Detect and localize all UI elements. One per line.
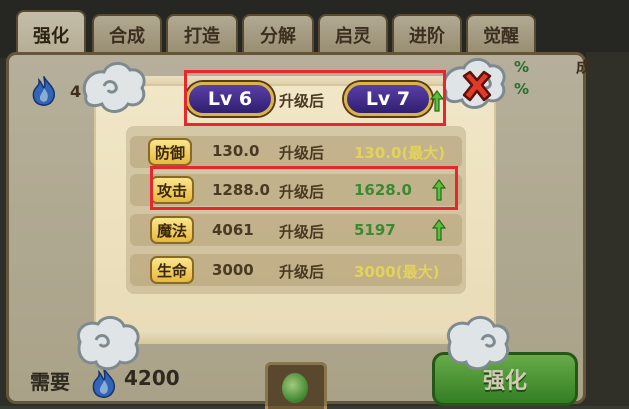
level-highlight-box: [184, 70, 446, 126]
stat-after-label: 升级后: [279, 223, 325, 241]
stat-new-value: 3000(最大): [354, 263, 440, 281]
stat-new-value: 130.0(最大): [354, 144, 446, 162]
stat-new-value: 5197: [354, 221, 396, 239]
stat-label-hp: 生命: [150, 256, 194, 284]
stat-after-label: 升级后: [279, 144, 325, 162]
close-x-icon[interactable]: [460, 70, 494, 102]
green-up-arrow-icon: [432, 219, 446, 241]
stat-old-value: 3000: [212, 261, 254, 279]
stat-old-value: 4061: [212, 221, 254, 239]
stat-after-label: 升级后: [279, 263, 325, 281]
stat-label-magic: 魔法: [150, 216, 194, 244]
attack-highlight-box: [150, 166, 458, 210]
scroll-bottom-roll: [96, 330, 494, 344]
cloud-curl-icon: [447, 316, 510, 371]
cloud-curl-icon: [82, 62, 146, 113]
stat-label-defense: 防御: [148, 138, 192, 166]
cloud-curl-icon: [77, 316, 140, 371]
stat-old-value: 130.0: [212, 142, 260, 160]
